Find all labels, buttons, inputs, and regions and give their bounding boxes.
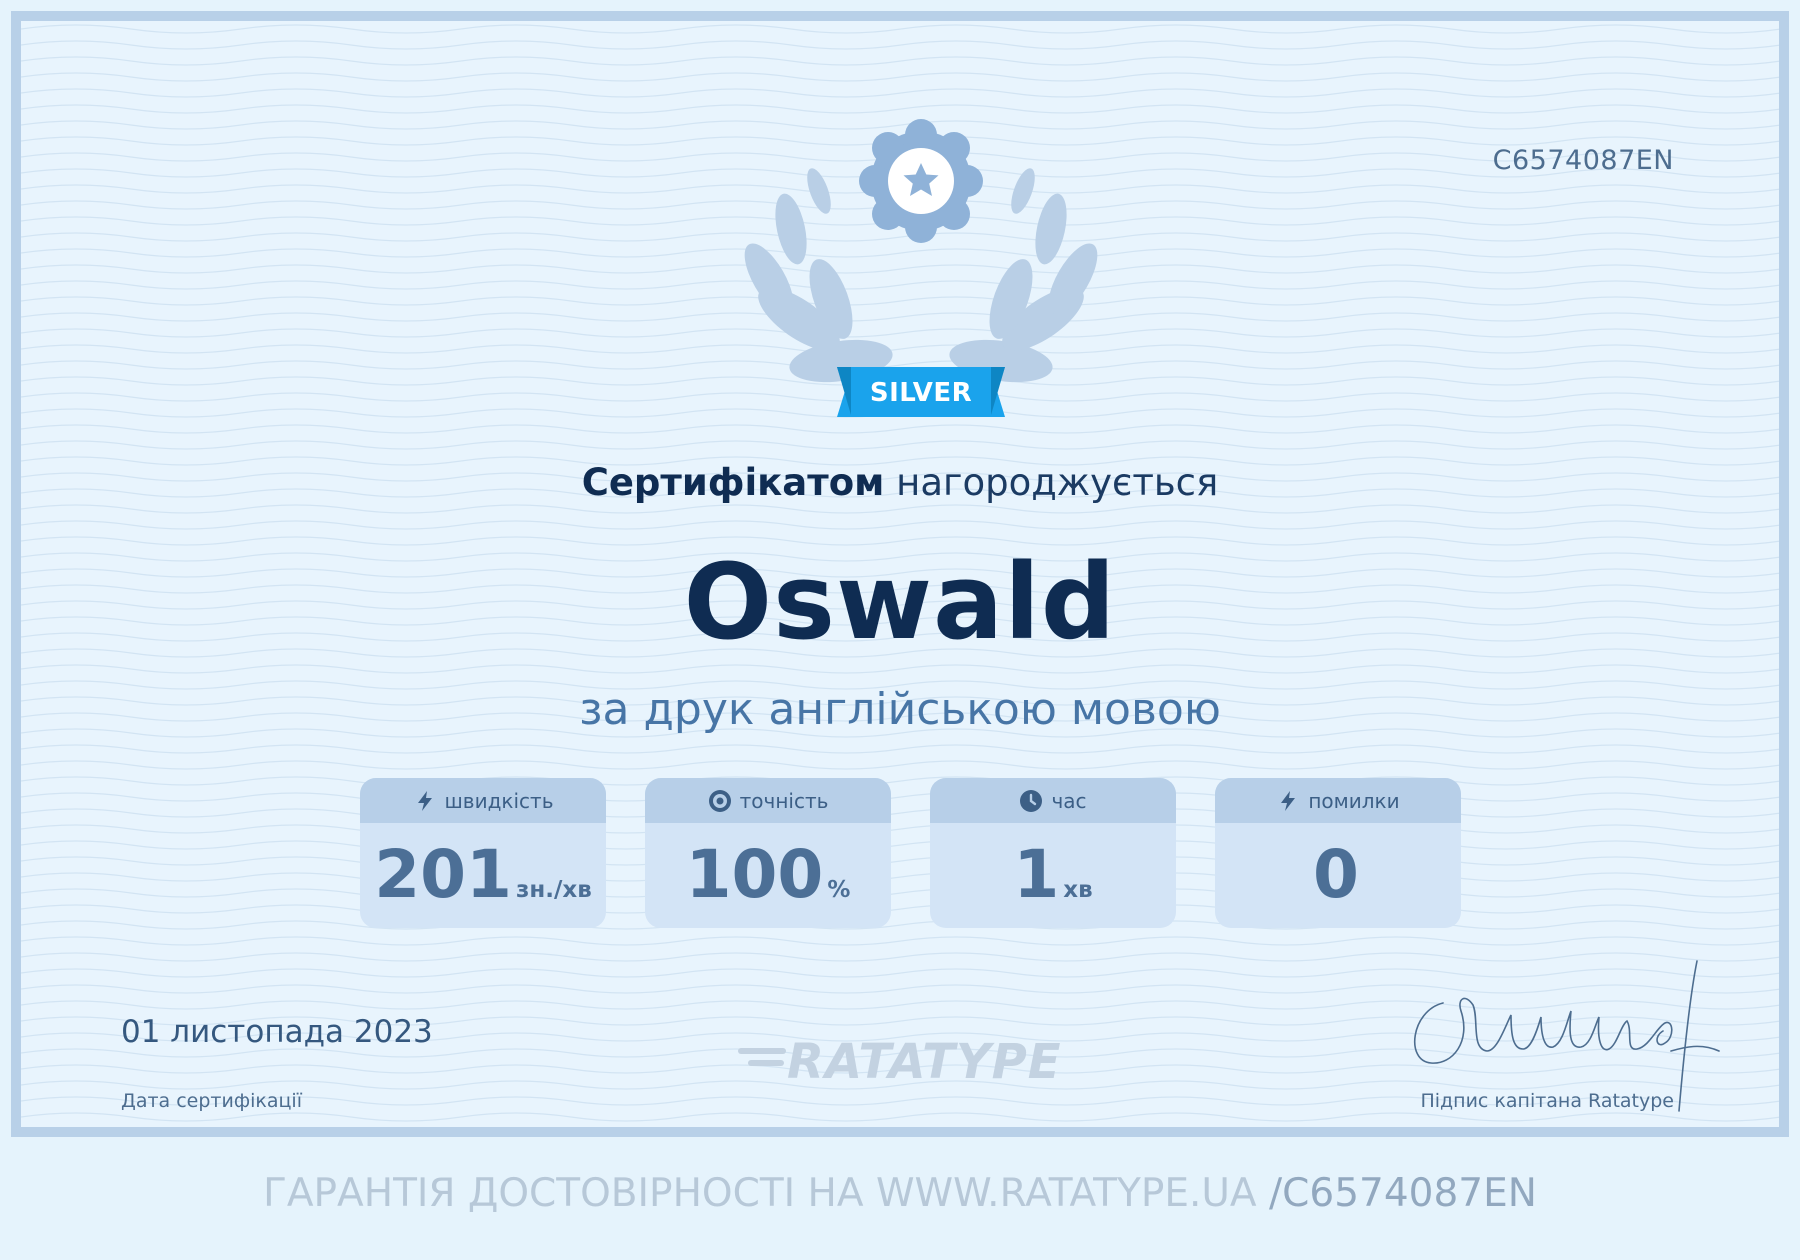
certificate: C6574087EN SILVER Сертифікатом нагороджу…	[11, 11, 1789, 1137]
stat-unit: зн./хв	[515, 877, 592, 903]
verification-line: ГАРАНТІЯ ДОСТОВІРНОСТІ НА WWW.RATATYPE.U…	[0, 1171, 1800, 1216]
verification-code: /C6574087EN	[1269, 1171, 1537, 1216]
stat-value: 201	[374, 836, 512, 913]
clock-icon	[1020, 789, 1043, 812]
recipient-name: Oswald	[683, 541, 1117, 663]
certification-date: 01 листопада 2023	[121, 1014, 433, 1050]
awarded-bold: Сертифікатом	[581, 461, 885, 504]
target-icon	[708, 789, 731, 812]
logo-mark-icon	[738, 1048, 786, 1066]
logo-wordmark: RATATYPE	[787, 1034, 1062, 1090]
stat-errors: помилки 0	[1215, 778, 1461, 928]
stat-time: час 1 хв	[930, 778, 1176, 928]
stat-value: 1	[1013, 836, 1060, 913]
stat-accuracy: точність 100 %	[645, 778, 891, 928]
tier-label: SILVER	[869, 378, 973, 408]
stat-header: швидкість	[360, 778, 606, 823]
stat-unit: хв	[1063, 877, 1093, 903]
verification-text: ГАРАНТІЯ ДОСТОВІРНОСТІ НА WWW.RATATYPE.U…	[263, 1171, 1257, 1216]
stat-header: точність	[645, 778, 891, 823]
stat-value: 100	[685, 836, 824, 913]
awarded-line: Сертифікатом нагороджується	[21, 461, 1779, 504]
signature-caption: Підпис капітана Ratatype	[1420, 1090, 1674, 1112]
stat-value: 0	[1313, 836, 1359, 913]
stat-unit: %	[827, 877, 851, 903]
stat-label: час	[1051, 788, 1087, 813]
stat-label: помилки	[1308, 788, 1400, 813]
stat-header: помилки	[1215, 778, 1461, 823]
awarded-rest: нагороджується	[896, 461, 1219, 504]
ratatype-logo: RATATYPE	[737, 1033, 1105, 1091]
stat-label: швидкість	[444, 788, 554, 813]
stat-label: точність	[739, 788, 829, 813]
certificate-id: C6574087EN	[1492, 145, 1674, 176]
date-caption: Дата сертифікації	[121, 1090, 302, 1112]
stat-speed: швидкість 201 зн./хв	[360, 778, 606, 928]
certificate-reason: за друк англійською мовою	[579, 684, 1221, 735]
lightning-icon	[1281, 790, 1296, 811]
stat-header: час	[930, 778, 1176, 823]
lightning-icon	[417, 790, 432, 811]
